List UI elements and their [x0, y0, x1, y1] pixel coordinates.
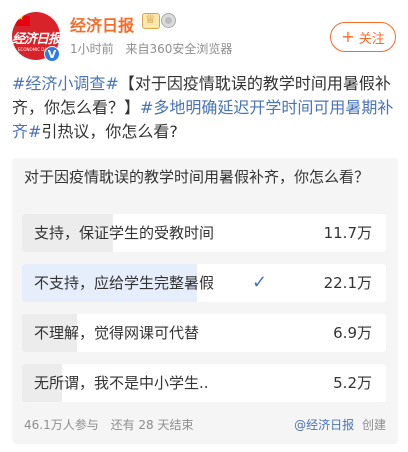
poll-question: 对于因疫情耽误的教学时间用暑假补齐，你怎么看？ [24, 168, 370, 186]
poll-option-label: 不支持，应给学生完整暑假 [34, 274, 215, 292]
poll-option[interactable]: 不理解，觉得网课可代替 6.9万 [22, 314, 386, 352]
poll-participants: 46.1万人参与 [24, 418, 99, 432]
flag-icon [16, 13, 30, 26]
creator-label: 创建 [361, 418, 386, 432]
follow-label: 关注 [358, 31, 385, 47]
creator-mention[interactable]: @经济日报 [294, 418, 354, 432]
poll-option-count: 22.1万 [323, 274, 372, 292]
check-icon: ✓ [252, 272, 268, 293]
plus-icon: + [341, 27, 355, 46]
poll-option-label: 支持，保证学生的受教时间 [34, 224, 215, 242]
poll-option-count: 11.7万 [323, 224, 372, 242]
poll-card: 对于因疫情耽误的教学时间用暑假补齐，你怎么看？ 支持，保证学生的受教时间 11.… [12, 158, 398, 444]
poll-footer: 46.1万人参与 还有 28 天结束 @经济日报 创建 [24, 416, 386, 433]
poll-option[interactable]: 支持，保证学生的受教时间 11.7万 [22, 214, 386, 252]
topic-link-survey[interactable]: #经济小调查# [12, 74, 119, 93]
post-time: 1小时前 [70, 42, 114, 56]
post-source: 来自360安全浏览器 [125, 42, 233, 56]
poll-option-count: 5.2万 [333, 374, 372, 392]
user-name[interactable]: 经济日报 [70, 12, 134, 36]
poll-creator: @经济日报 创建 [294, 416, 386, 433]
post-header: 经济日报 ECONOMIC DAILY V 经济日报 1小时前 来自360安全浏… [0, 0, 408, 70]
post-text: #经济小调查#【对于因疫情耽误的教学时间用暑假补齐，你怎么看？】#多地明确延迟开… [12, 72, 400, 144]
verified-icon: V [44, 46, 60, 62]
poll-option-label: 无所谓，我不是中小学生.. [34, 374, 209, 392]
poll-option-count: 6.9万 [333, 324, 372, 342]
poll-remaining: 还有 28 天结束 [110, 418, 194, 432]
vip-crown-icon[interactable] [142, 12, 160, 29]
poll-option[interactable]: 无所谓，我不是中小学生.. 5.2万 [22, 364, 386, 402]
avatar-logo-text: 经济日报 [12, 31, 60, 47]
poll-option-selected[interactable]: 不支持，应给学生完整暑假 ✓ 22.1万 [22, 264, 386, 302]
post-meta: 1小时前 来自360安全浏览器 [70, 40, 240, 57]
medal-icon[interactable] [161, 13, 176, 28]
post-text-tail: 引热议，你怎么看? [41, 122, 178, 141]
poll-option-label: 不理解，觉得网课可代替 [34, 324, 200, 342]
follow-button[interactable]: + 关注 [330, 22, 396, 52]
